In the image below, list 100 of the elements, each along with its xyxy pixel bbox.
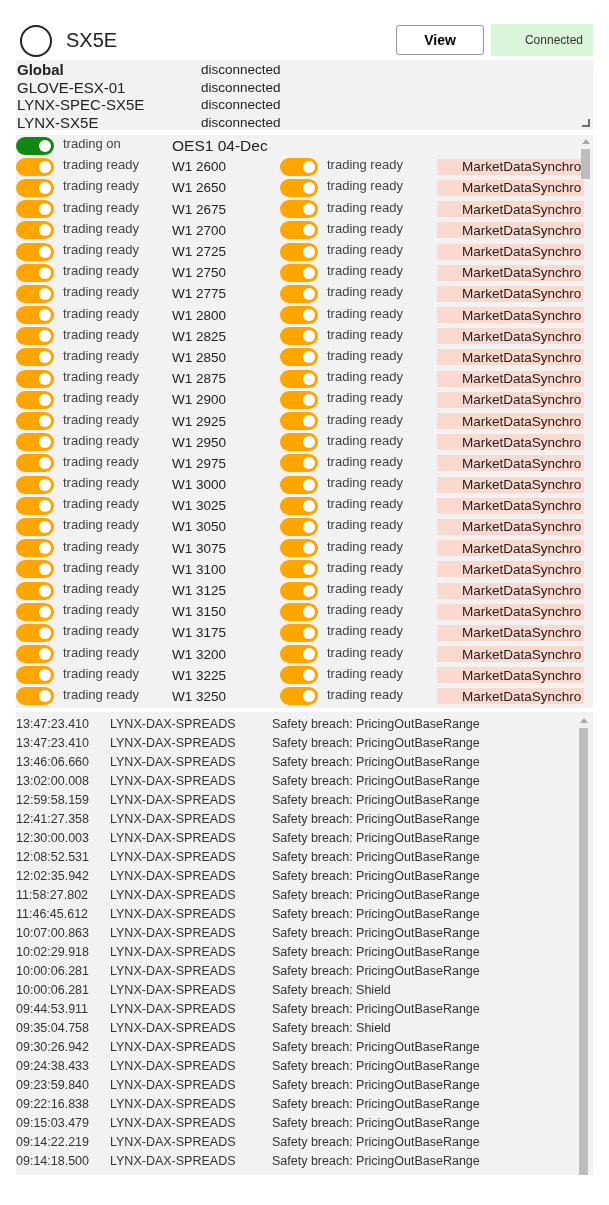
toggle-switch[interactable] xyxy=(280,306,318,325)
toggle-switch[interactable] xyxy=(16,263,54,282)
toggle-switch[interactable] xyxy=(16,306,54,325)
toggle-label: trading ready xyxy=(62,390,140,406)
log-message: Safety breach: PricingOutBaseRange xyxy=(272,906,480,921)
status-cell: MarketDataSynchro xyxy=(437,370,584,387)
instrument-name: W1 3150 xyxy=(172,604,228,620)
log-source: LYNX-DAX-SPREADS xyxy=(110,1058,237,1073)
toggle-switch[interactable] xyxy=(16,666,54,685)
toggle-switch[interactable] xyxy=(280,687,318,706)
view-button[interactable]: View xyxy=(396,25,484,55)
toggle-switch[interactable] xyxy=(280,412,318,431)
toggle-switch[interactable] xyxy=(16,369,54,388)
log-source: LYNX-DAX-SPREADS xyxy=(110,887,237,902)
toggle-switch[interactable] xyxy=(280,284,318,303)
status-cell: MarketDataSynchro xyxy=(437,561,584,578)
toggle-label: trading ready xyxy=(326,284,404,300)
toggle-switch[interactable] xyxy=(16,623,54,642)
toggle-switch[interactable] xyxy=(16,581,54,600)
toggle-switch[interactable] xyxy=(16,433,54,452)
toggle-switch[interactable] xyxy=(16,687,54,706)
log-time: 09:15:03.479 xyxy=(16,1115,90,1130)
toggle-switch[interactable] xyxy=(280,602,318,621)
status-cell: MarketDataSynchro xyxy=(437,434,584,451)
toggle-switch[interactable] xyxy=(280,157,318,176)
toggle-label: trading ready xyxy=(62,496,140,512)
log-message: Safety breach: PricingOutBaseRange xyxy=(272,792,480,807)
toggle-switch[interactable] xyxy=(280,178,318,197)
toggle-label: trading ready xyxy=(326,390,404,406)
log-message: Safety breach: PricingOutBaseRange xyxy=(272,830,480,845)
toggle-switch[interactable] xyxy=(16,475,54,494)
toggle-switch[interactable] xyxy=(280,623,318,642)
toggle-switch[interactable] xyxy=(16,221,54,240)
toggle-switch[interactable] xyxy=(280,242,318,261)
instrument-name: W1 3125 xyxy=(172,583,228,599)
toggle-switch[interactable] xyxy=(280,539,318,558)
toggle-switch[interactable] xyxy=(280,433,318,452)
toggle-switch[interactable] xyxy=(16,390,54,409)
toggle-switch[interactable] xyxy=(16,517,54,536)
toggle-switch[interactable] xyxy=(280,369,318,388)
log-message: Safety breach: PricingOutBaseRange xyxy=(272,1039,480,1054)
toggle-label: trading ready xyxy=(62,263,140,279)
log-time: 11:46:45.612 xyxy=(16,906,90,921)
toggle-label: trading ready xyxy=(326,178,404,194)
status-cell: MarketDataSynchro xyxy=(437,497,584,514)
scroll-up-icon[interactable] xyxy=(582,139,590,144)
toggle-switch[interactable] xyxy=(16,200,54,219)
toggle-label: trading ready xyxy=(62,602,140,618)
toggle-switch[interactable] xyxy=(16,242,54,261)
toggle-switch[interactable] xyxy=(16,454,54,473)
toggle-switch[interactable] xyxy=(280,666,318,685)
toggle-switch[interactable] xyxy=(16,539,54,558)
toggle-label: trading ready xyxy=(62,581,140,597)
toggle-switch[interactable] xyxy=(280,560,318,579)
toggle-switch[interactable] xyxy=(280,221,318,240)
log-time: 10:02:29.918 xyxy=(16,944,90,959)
toggle-switch[interactable] xyxy=(280,263,318,282)
log-source: LYNX-DAX-SPREADS xyxy=(110,944,237,959)
log-message: Safety breach: PricingOutBaseRange xyxy=(272,1077,480,1092)
instrument-name: W1 3075 xyxy=(172,540,228,556)
toggle-switch[interactable] xyxy=(16,136,54,155)
toggle-switch[interactable] xyxy=(16,412,54,431)
toggle-switch[interactable] xyxy=(16,348,54,367)
toggle-switch[interactable] xyxy=(16,645,54,664)
log-message: Safety breach: PricingOutBaseRange xyxy=(272,773,480,788)
toggle-switch[interactable] xyxy=(280,475,318,494)
scrollbar-thumb[interactable] xyxy=(579,728,588,1175)
toggle-switch[interactable] xyxy=(16,157,54,176)
toggle-switch[interactable] xyxy=(280,200,318,219)
status-cell: MarketDataSynchro xyxy=(437,476,584,493)
log-source: LYNX-DAX-SPREADS xyxy=(110,963,237,978)
scroll-up-icon[interactable] xyxy=(580,718,588,723)
scrollbar-thumb[interactable] xyxy=(581,149,590,179)
toggle-label: trading ready xyxy=(326,326,404,342)
log-source: LYNX-DAX-SPREADS xyxy=(110,1153,237,1168)
toggle-switch[interactable] xyxy=(280,581,318,600)
toggle-switch[interactable] xyxy=(16,602,54,621)
toggle-switch[interactable] xyxy=(16,178,54,197)
log-source: LYNX-DAX-SPREADS xyxy=(110,906,237,921)
connection-name: Global xyxy=(17,61,65,79)
toggle-switch[interactable] xyxy=(280,454,318,473)
toggle-switch[interactable] xyxy=(16,560,54,579)
log-time: 12:59:58.159 xyxy=(16,792,90,807)
toggle-label: trading ready xyxy=(326,602,404,618)
toggle-switch[interactable] xyxy=(16,327,54,346)
toggle-label: trading ready xyxy=(62,178,140,194)
toggle-label: trading ready xyxy=(326,496,404,512)
toggle-label: trading ready xyxy=(326,559,404,575)
toggle-label: trading ready xyxy=(326,623,404,639)
toggle-switch[interactable] xyxy=(280,390,318,409)
status-cell: MarketDataSynchro xyxy=(437,201,584,218)
toggle-switch[interactable] xyxy=(280,496,318,515)
toggle-switch[interactable] xyxy=(280,645,318,664)
toggle-switch[interactable] xyxy=(280,517,318,536)
toggle-switch[interactable] xyxy=(280,348,318,367)
toggle-switch[interactable] xyxy=(16,284,54,303)
toggle-switch[interactable] xyxy=(280,327,318,346)
resize-grip-icon[interactable] xyxy=(582,119,590,127)
log-source: LYNX-DAX-SPREADS xyxy=(110,982,237,997)
toggle-switch[interactable] xyxy=(16,496,54,515)
